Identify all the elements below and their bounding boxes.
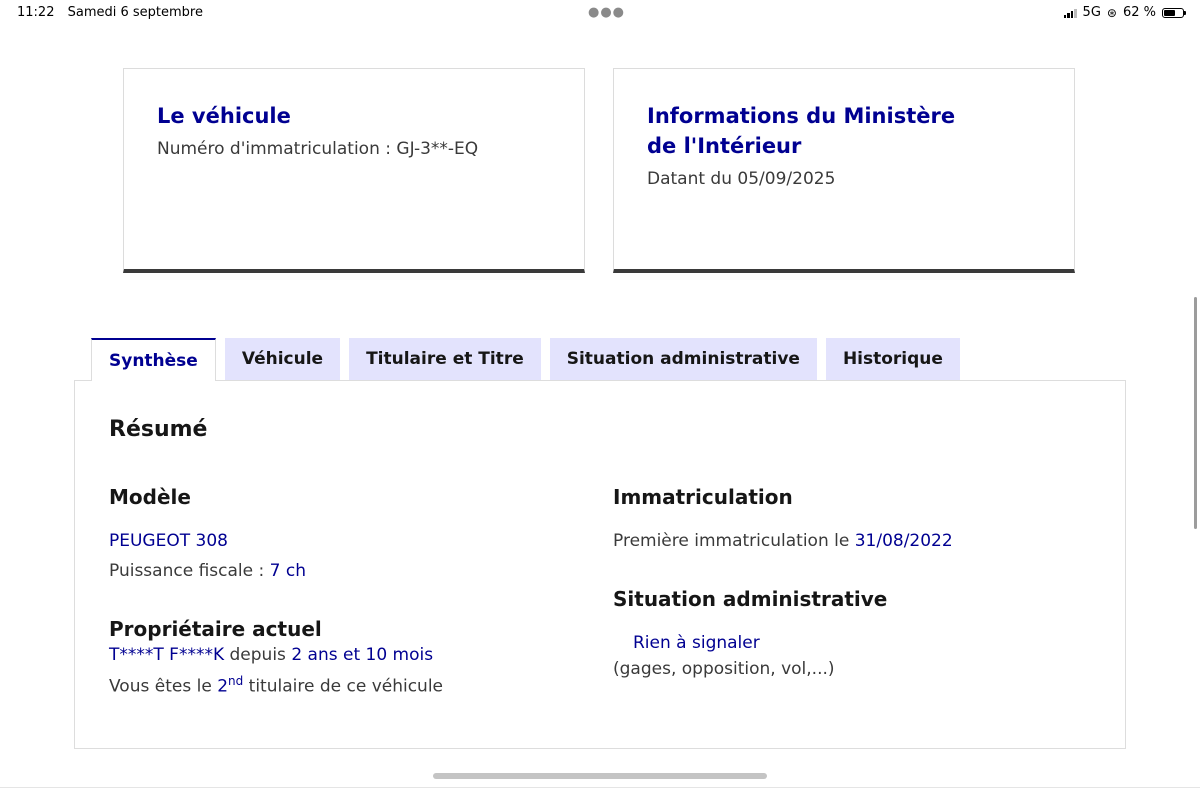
owner-rank: Vous êtes le 2nd titulaire de ce véhicul…	[109, 669, 443, 699]
ministry-card-title: Informations du Ministère de l'Intérieur	[647, 104, 956, 158]
home-indicator[interactable]	[433, 773, 767, 779]
tab-bar: Synthèse Véhicule Titulaire et Titre Sit…	[91, 338, 960, 381]
ministry-card: Informations du Ministère de l'Intérieur…	[613, 68, 1075, 273]
owner-rank-prefix: Vous êtes le	[109, 676, 218, 697]
owner-name: T****T F****K	[109, 645, 225, 665]
owner-rank-number: 2	[217, 676, 229, 697]
vehicle-card-title: Le véhicule	[157, 104, 291, 128]
tab-vehicule[interactable]: Véhicule	[224, 338, 341, 380]
model-heading: Modèle	[109, 485, 191, 509]
first-registration-date: 31/08/2022	[854, 531, 953, 551]
first-registration: Première immatriculation le 31/08/2022	[613, 529, 953, 553]
owner-rank-after: titulaire de ce véhicule	[243, 676, 444, 697]
status-date: Samedi 6 septembre	[67, 5, 203, 20]
synthese-panel: Résumé Modèle PEUGEOT 308 Puissance fisc…	[74, 380, 1126, 749]
owner-since-label: depuis	[224, 645, 292, 665]
owner-since-value: 2 ans et 10 mois	[291, 645, 434, 665]
battery-label: 62 %	[1122, 5, 1156, 20]
fiscal-power-label: Puissance fiscale :	[109, 561, 270, 581]
summary-title: Résumé	[109, 417, 208, 442]
registration-number: Numéro d'immatriculation : GJ-3**-EQ	[157, 139, 479, 159]
tab-synthese[interactable]: Synthèse	[91, 338, 216, 381]
signal-icon	[1063, 8, 1077, 18]
owner-rank-suffix: nd	[228, 674, 244, 688]
network-label: 5G	[1082, 5, 1101, 20]
vehicle-card: Le véhicule Numéro d'immatriculation : G…	[123, 68, 585, 273]
status-bar-right: 5G ⊛ 62 %	[1063, 5, 1186, 20]
tab-situation-administrative[interactable]: Situation administrative	[549, 338, 817, 380]
status-time: 11:22	[17, 5, 55, 20]
first-registration-label: Première immatriculation le	[613, 531, 855, 551]
multitasking-dots-icon[interactable]: ●●●	[588, 5, 625, 20]
owner-heading: Propriétaire actuel	[109, 617, 322, 641]
admin-situation-heading: Situation administrative	[613, 587, 888, 611]
status-bar-left: 11:22 Samedi 6 septembre	[17, 5, 212, 20]
owner-line: T****T F****K depuis 2 ans et 10 mois	[109, 643, 433, 667]
tab-historique[interactable]: Historique	[825, 338, 960, 380]
location-icon: ⊛	[1106, 5, 1117, 20]
admin-status: Rien à signaler	[633, 633, 760, 653]
tab-titulaire-et-titre[interactable]: Titulaire et Titre	[349, 338, 541, 380]
ministry-date: Datant du 05/09/2025	[647, 169, 836, 189]
battery-icon	[1162, 7, 1186, 18]
scrollbar[interactable]	[1194, 297, 1197, 529]
registration-heading: Immatriculation	[613, 485, 793, 509]
model-name: PEUGEOT 308	[109, 531, 228, 551]
fiscal-power-value: 7 ch	[269, 561, 306, 581]
admin-detail: (gages, opposition, vol,...)	[613, 659, 835, 679]
fiscal-power: Puissance fiscale : 7 ch	[109, 559, 306, 583]
